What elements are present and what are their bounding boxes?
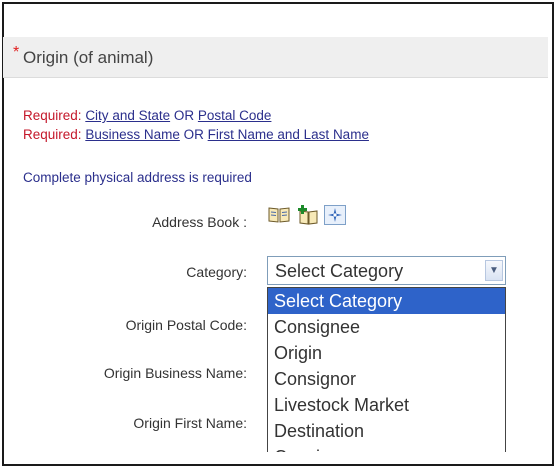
category-select-value: Select Category: [275, 261, 404, 281]
city-state-link[interactable]: City and State: [85, 108, 170, 123]
section-title: Origin (of animal): [23, 48, 154, 67]
category-option[interactable]: Livestock Market: [268, 392, 505, 418]
section-header: * Origin (of animal): [3, 37, 548, 78]
requirement-row-2: Required: Business Name OR First Name an…: [23, 127, 369, 142]
category-option[interactable]: Consignee: [268, 314, 505, 340]
or-text: OR: [173, 108, 195, 123]
category-option[interactable]: Consignor: [268, 366, 505, 392]
address-book-label: Address Book :: [152, 214, 247, 230]
required-star: *: [13, 44, 20, 61]
category-option[interactable]: Destination: [268, 418, 505, 444]
origin-first-name-label: Origin First Name:: [133, 415, 247, 431]
origin-postal-code-label: Origin Postal Code:: [125, 317, 247, 333]
postal-code-link[interactable]: Postal Code: [198, 108, 272, 123]
required-prefix: Required:: [23, 108, 82, 123]
category-label: Category:: [186, 264, 247, 280]
category-dropdown-list: Select Category Consignee Origin Consignor L…: [267, 287, 506, 452]
requirement-row-1: Required: City and State OR Postal Code: [23, 108, 271, 123]
required-prefix: Required:: [23, 127, 82, 142]
category-option[interactable]: Select Category: [268, 288, 505, 314]
first-last-name-link[interactable]: First Name and Last Name: [208, 127, 369, 142]
origin-business-name-label: Origin Business Name:: [103, 365, 247, 381]
book-icon[interactable]: [268, 205, 290, 225]
locate-icon[interactable]: [324, 205, 346, 225]
category-option[interactable]: Origin: [268, 340, 505, 366]
business-name-link[interactable]: Business Name: [85, 127, 180, 142]
address-note: Complete physical address is required: [23, 170, 252, 185]
category-option[interactable]: Consignee: [268, 444, 505, 452]
chevron-down-icon[interactable]: ▼: [485, 260, 503, 281]
address-book-icons: [268, 205, 346, 225]
or-text: OR: [183, 127, 204, 142]
category-select[interactable]: Select Category ▼: [267, 256, 506, 285]
add-contact-icon[interactable]: [296, 205, 318, 225]
